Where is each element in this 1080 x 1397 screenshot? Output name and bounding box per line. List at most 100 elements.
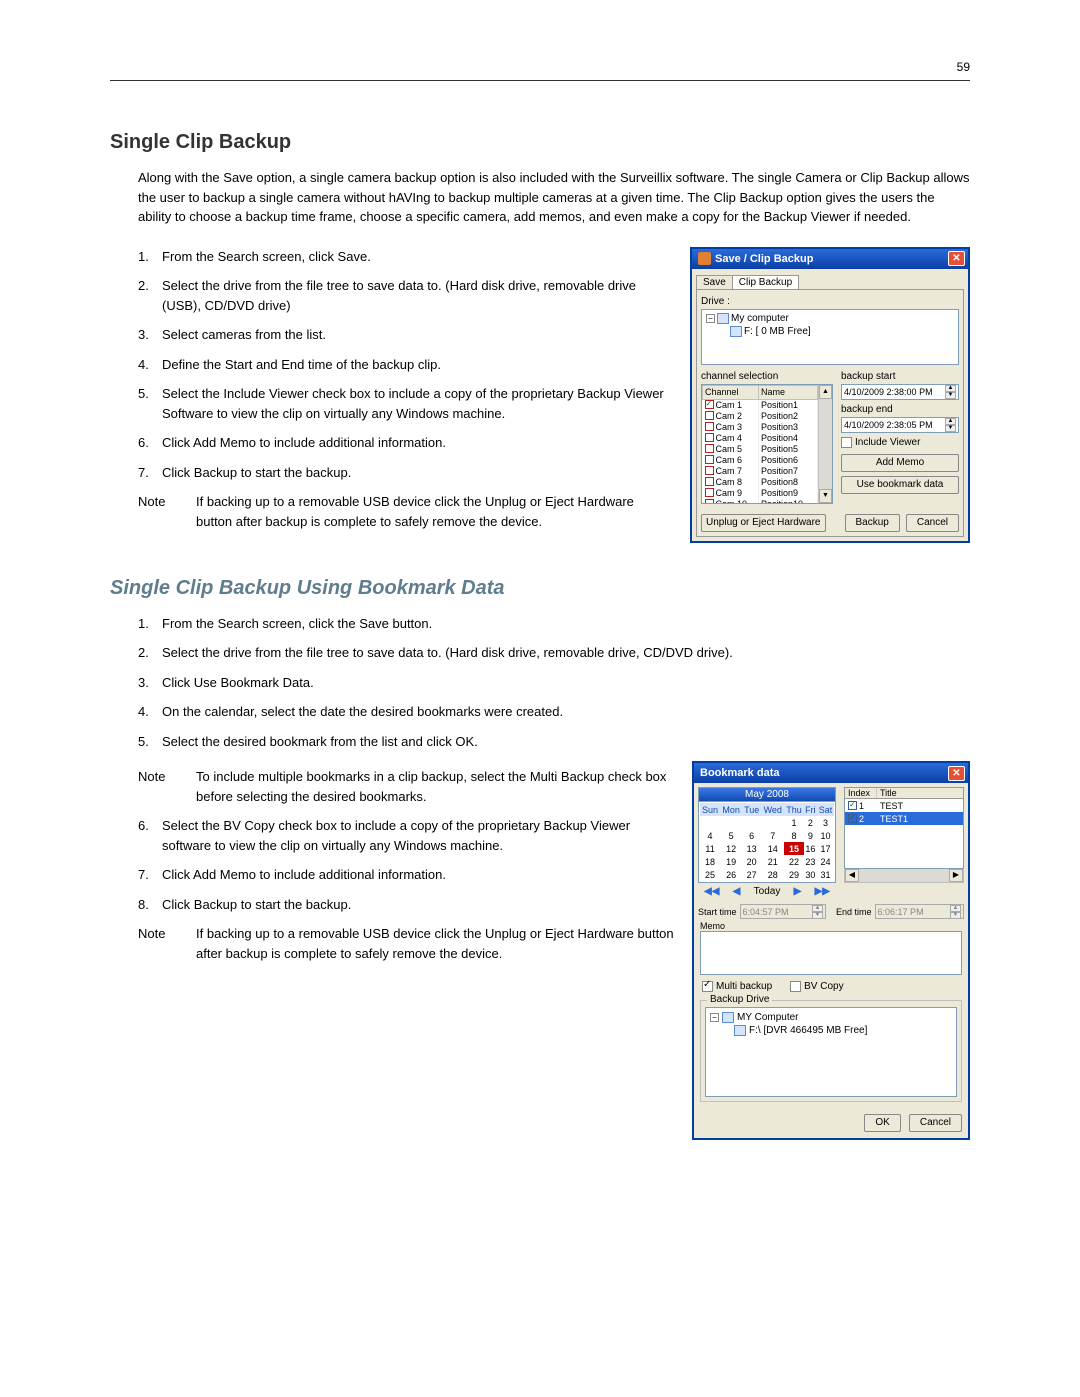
backup-end-field[interactable]: 4/10/2009 2:38:05 PM ▲▼ [841, 417, 959, 433]
calendar-day[interactable] [720, 816, 742, 829]
calendar-day[interactable]: 1 [784, 816, 804, 829]
channel-checkbox[interactable] [705, 499, 714, 503]
memo-textarea[interactable] [700, 931, 962, 975]
channel-row[interactable]: Cam 7Position7 [703, 465, 818, 476]
channel-checkbox[interactable] [705, 411, 714, 420]
calendar-day[interactable]: 29 [784, 868, 804, 881]
include-viewer-checkbox[interactable] [841, 437, 852, 448]
channel-checkbox[interactable] [705, 422, 714, 431]
channel-checkbox[interactable] [705, 400, 714, 409]
close-icon[interactable]: ✕ [948, 251, 965, 266]
channel-row[interactable]: Cam 9Position9 [703, 487, 818, 498]
bv-copy-checkbox[interactable] [790, 981, 801, 992]
channel-row[interactable]: Cam 4Position4 [703, 432, 818, 443]
backup-button[interactable]: Backup [845, 514, 900, 532]
calendar-day[interactable]: 2 [804, 816, 817, 829]
backup-drive-tree[interactable]: − MY Computer F:\ [DVR 466495 MB Free] [705, 1007, 957, 1097]
calendar-day[interactable]: 30 [804, 868, 817, 881]
calendar-day[interactable] [700, 816, 720, 829]
channel-row[interactable]: Cam 10Position10 [703, 498, 818, 503]
bookmark-checkbox[interactable] [848, 814, 857, 823]
scroll-up-icon[interactable]: ▲ [819, 385, 832, 399]
calendar-day[interactable]: 11 [700, 842, 720, 855]
close-icon[interactable]: ✕ [948, 766, 965, 781]
backup-start-field[interactable]: 4/10/2009 2:38:00 PM ▲▼ [841, 384, 959, 400]
scroll-down-icon[interactable]: ▼ [819, 489, 832, 503]
calendar-day[interactable]: 9 [804, 829, 817, 842]
unplug-eject-button[interactable]: Unplug or Eject Hardware [701, 514, 826, 532]
tree-toggle-icon[interactable]: − [710, 1013, 719, 1022]
calendar-day[interactable]: 27 [742, 868, 761, 881]
calendar-day[interactable]: 23 [804, 855, 817, 868]
spinner-icon[interactable]: ▲▼ [950, 905, 961, 919]
calendar-day[interactable]: 25 [700, 868, 720, 881]
bookmark-list[interactable]: 1TEST2TEST1 [844, 799, 964, 869]
calendar-day[interactable]: 4 [700, 829, 720, 842]
spinner-icon[interactable]: ▲▼ [812, 905, 823, 919]
calendar-day[interactable]: 24 [817, 855, 834, 868]
calendar-day[interactable]: 3 [817, 816, 834, 829]
my-computer-node[interactable]: MY Computer [737, 1012, 799, 1023]
use-bookmark-data-button[interactable]: Use bookmark data [841, 476, 959, 494]
calendar-day[interactable]: 26 [720, 868, 742, 881]
channel-row[interactable]: Cam 8Position8 [703, 476, 818, 487]
channel-row[interactable]: Cam 5Position5 [703, 443, 818, 454]
channel-row[interactable]: Cam 2Position2 [703, 410, 818, 421]
drive-f-node[interactable]: F: [ 0 MB Free] [744, 325, 811, 338]
cal-prev-icon[interactable]: ◀ [733, 886, 741, 897]
bookmark-row[interactable]: 1TEST [845, 799, 963, 812]
channel-checkbox[interactable] [705, 444, 714, 453]
channel-row[interactable]: Cam 3Position3 [703, 421, 818, 432]
multi-backup-checkbox[interactable]: ✓ [702, 981, 713, 992]
add-memo-button[interactable]: Add Memo [841, 454, 959, 472]
calendar-day[interactable]: 31 [817, 868, 834, 881]
spinner-icon[interactable]: ▲▼ [945, 418, 956, 432]
calendar-day[interactable]: 18 [700, 855, 720, 868]
calendar-day[interactable] [761, 816, 784, 829]
drive-f-node[interactable]: F:\ [DVR 466495 MB Free] [749, 1025, 867, 1036]
bookmark-checkbox[interactable] [848, 801, 857, 810]
channel-checkbox[interactable] [705, 433, 714, 442]
channel-checkbox[interactable] [705, 477, 714, 486]
spinner-icon[interactable]: ▲▼ [945, 385, 956, 399]
cal-prev-fast-icon[interactable]: ◀◀ [704, 886, 719, 897]
calendar-day[interactable]: 6 [742, 829, 761, 842]
calendar-day[interactable]: 22 [784, 855, 804, 868]
scrollbar[interactable]: ▲ ▼ [818, 385, 832, 503]
h-scrollbar[interactable]: ◀ ▶ [844, 869, 964, 883]
calendar-day[interactable]: 16 [804, 842, 817, 855]
calendar-day[interactable]: 28 [761, 868, 784, 881]
tab-save[interactable]: Save [696, 275, 733, 289]
cal-next-fast-icon[interactable]: ▶▶ [815, 886, 830, 897]
calendar-day[interactable]: 7 [761, 829, 784, 842]
calendar-day[interactable]: 20 [742, 855, 761, 868]
channel-row[interactable]: Cam 6Position6 [703, 454, 818, 465]
calendar-day[interactable]: 15 [784, 842, 804, 855]
calendar-day[interactable]: 19 [720, 855, 742, 868]
scroll-left-icon[interactable]: ◀ [845, 869, 859, 882]
channel-row[interactable]: Cam 1Position1 [703, 399, 818, 410]
calendar-day[interactable]: 12 [720, 842, 742, 855]
tree-toggle-icon[interactable]: − [706, 314, 715, 323]
ok-button[interactable]: OK [864, 1114, 900, 1132]
channel-checkbox[interactable] [705, 488, 714, 497]
calendar-day[interactable]: 10 [817, 829, 834, 842]
channel-list[interactable]: Channel Name Cam 1Position1Cam 2Position… [701, 384, 833, 504]
cancel-button[interactable]: Cancel [909, 1114, 962, 1132]
calendar[interactable]: SunMonTueWedThuFriSat1234567891011121314… [698, 802, 836, 883]
calendar-day[interactable]: 5 [720, 829, 742, 842]
tab-clip-backup[interactable]: Clip Backup [732, 275, 799, 289]
calendar-day[interactable]: 14 [761, 842, 784, 855]
calendar-day[interactable]: 17 [817, 842, 834, 855]
bookmark-row[interactable]: 2TEST1 [845, 812, 963, 825]
channel-checkbox[interactable] [705, 455, 714, 464]
channel-checkbox[interactable] [705, 466, 714, 475]
today-button[interactable]: Today [754, 886, 781, 897]
scroll-right-icon[interactable]: ▶ [949, 869, 963, 882]
calendar-day[interactable]: 8 [784, 829, 804, 842]
drive-tree[interactable]: − My computer F: [ 0 MB Free] [701, 309, 959, 365]
my-computer-node[interactable]: My computer [731, 312, 789, 325]
cal-next-icon[interactable]: ▶ [794, 886, 802, 897]
cancel-button[interactable]: Cancel [906, 514, 959, 532]
calendar-day[interactable] [742, 816, 761, 829]
